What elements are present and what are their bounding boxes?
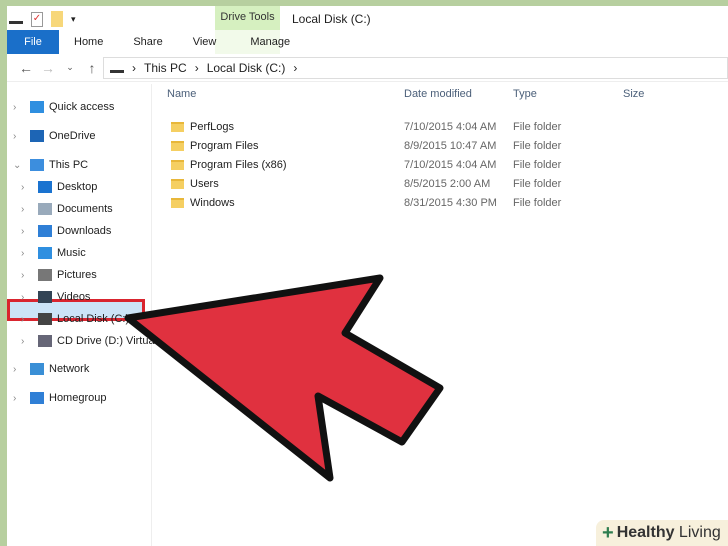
plus-leaf-icon: + <box>602 521 614 544</box>
watermark-bold: Healthy <box>616 524 675 541</box>
red-arrow-annotation <box>124 274 444 482</box>
watermark-rest: Living <box>674 524 721 541</box>
watermark-logo: + Healthy Living <box>596 520 728 546</box>
